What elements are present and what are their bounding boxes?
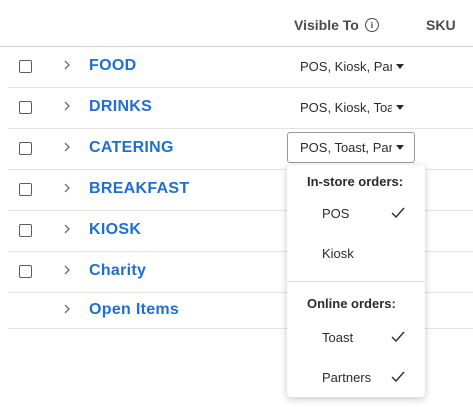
visible-to-dropdown[interactable]: POS, Kiosk, Partners bbox=[300, 57, 414, 75]
category-name[interactable]: Open Items bbox=[89, 301, 179, 319]
chevron-right-icon[interactable] bbox=[60, 139, 74, 155]
dropdown-option-kiosk[interactable]: Kiosk bbox=[287, 237, 425, 269]
chevron-right-icon[interactable] bbox=[60, 301, 74, 317]
category-name[interactable]: CATERING bbox=[89, 139, 174, 157]
visible-to-value: POS, Toast, Partners bbox=[300, 140, 392, 155]
category-name[interactable]: FOOD bbox=[89, 57, 136, 75]
dropdown-option-partners[interactable]: Partners bbox=[287, 361, 425, 393]
dropdown-option-toast[interactable]: Toast bbox=[287, 321, 425, 353]
dropdown-section-title: In-store orders: bbox=[307, 174, 404, 189]
sku-header: SKU bbox=[426, 17, 456, 33]
check-icon bbox=[391, 371, 405, 383]
row-checkbox[interactable] bbox=[19, 224, 32, 237]
category-name[interactable]: KIOSK bbox=[89, 221, 141, 239]
row-checkbox[interactable] bbox=[19, 101, 32, 114]
table-row: DRINKS POS, Kiosk, Toast bbox=[8, 87, 473, 129]
option-label: Kiosk bbox=[322, 246, 354, 261]
table-row: CATERING POS, Toast, Partners bbox=[8, 128, 473, 170]
caret-down-icon bbox=[396, 104, 404, 110]
row-checkbox[interactable] bbox=[19, 60, 32, 73]
chevron-right-icon[interactable] bbox=[60, 262, 74, 278]
visible-to-dropdown[interactable]: POS, Toast, Partners bbox=[287, 132, 415, 163]
option-label: Partners bbox=[322, 370, 372, 385]
table-header: Visible To i SKU bbox=[0, 0, 473, 47]
chevron-right-icon[interactable] bbox=[60, 221, 74, 237]
chevron-right-icon[interactable] bbox=[60, 98, 74, 114]
category-name[interactable]: BREAKFAST bbox=[89, 180, 189, 198]
chevron-right-icon[interactable] bbox=[60, 57, 74, 73]
caret-down-icon bbox=[396, 63, 404, 69]
visible-to-value: POS, Kiosk, Partners bbox=[300, 58, 392, 74]
option-label: Toast bbox=[322, 330, 354, 345]
option-label: POS bbox=[322, 206, 350, 221]
visibility-dropdown-menu: In-store orders: POS Kiosk Online orders… bbox=[287, 165, 425, 397]
row-checkbox[interactable] bbox=[19, 265, 32, 278]
visible-to-header: Visible To i bbox=[294, 17, 379, 33]
row-checkbox[interactable] bbox=[19, 183, 32, 196]
dropdown-option-pos[interactable]: POS bbox=[287, 197, 425, 229]
row-checkbox[interactable] bbox=[19, 142, 32, 155]
info-icon[interactable]: i bbox=[364, 18, 379, 32]
category-name[interactable]: Charity bbox=[89, 262, 146, 280]
chevron-right-icon[interactable] bbox=[60, 180, 74, 196]
dropdown-divider bbox=[287, 281, 425, 282]
visible-to-value: POS, Kiosk, Toast bbox=[300, 99, 392, 115]
caret-down-icon bbox=[396, 145, 404, 150]
dropdown-section-title: Online orders: bbox=[307, 296, 396, 311]
category-name[interactable]: DRINKS bbox=[89, 98, 152, 116]
check-icon bbox=[391, 207, 405, 219]
table-row: FOOD POS, Kiosk, Partners bbox=[8, 46, 473, 88]
check-icon bbox=[391, 331, 405, 343]
visible-to-dropdown[interactable]: POS, Kiosk, Toast bbox=[300, 98, 414, 116]
visible-to-label: Visible To bbox=[294, 17, 359, 33]
